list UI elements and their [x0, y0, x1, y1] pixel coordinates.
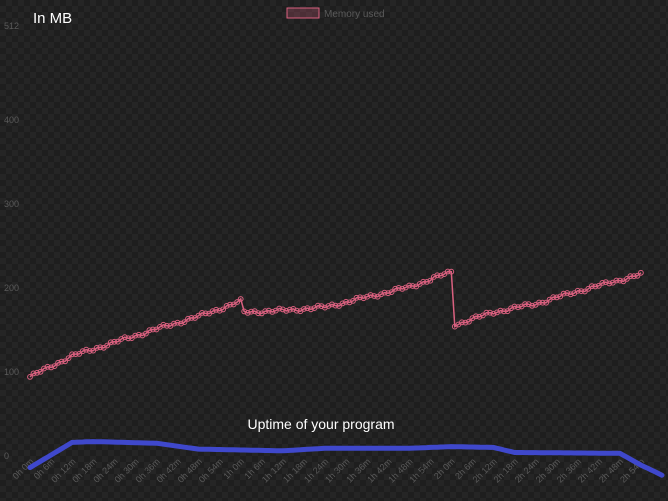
y-tick-label: 400 [4, 115, 19, 125]
chart-title: In MB [33, 10, 73, 27]
x-tick-label: 1h 0m [221, 456, 246, 481]
y-tick-label: 300 [4, 199, 19, 209]
y-tick-label: 512 [4, 21, 19, 31]
legend-swatch [286, 7, 320, 19]
memory-line [29, 270, 642, 378]
y-tick-label: 100 [4, 367, 19, 377]
x-tick-label: 2h 0m [432, 456, 457, 481]
uptime-title: Uptime of your program [247, 416, 395, 432]
y-tick-label: 0 [4, 451, 9, 461]
legend-label: Memory used [324, 9, 385, 20]
y-tick-label: 200 [4, 283, 19, 293]
